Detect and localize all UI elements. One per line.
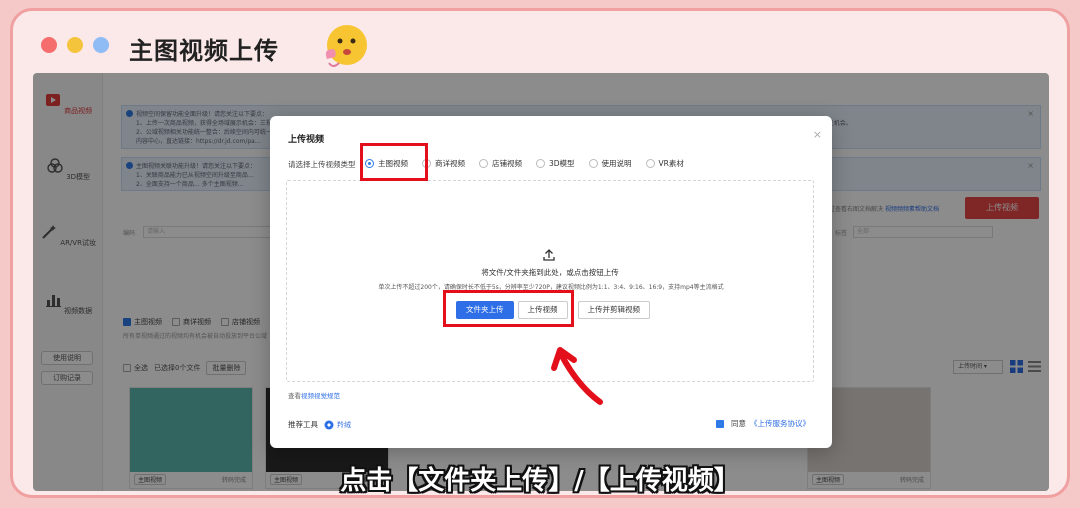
- thinking-emoji-icon: [325, 25, 367, 67]
- pointer-arrow-icon: [551, 347, 603, 405]
- dropzone-text: 将文件/文件夹拖到此处，或点击按钮上传: [481, 268, 619, 277]
- radio-shop-video[interactable]: 店铺视频: [479, 158, 522, 169]
- highlight-main-video: [360, 143, 428, 181]
- recommended-tools: 推荐工具 羚绒: [288, 419, 351, 430]
- blue-dot: [93, 37, 109, 53]
- window-dots: [41, 37, 109, 53]
- video-type-label: 请选择上传视频类型: [288, 160, 356, 169]
- highlight-upload-buttons: [443, 290, 574, 327]
- tools-label: 推荐工具: [288, 420, 318, 429]
- dialog-title: 上传视频: [288, 135, 325, 145]
- frame-title: 主图视频上传: [129, 37, 279, 65]
- radio-vr-material[interactable]: VR素材: [645, 158, 684, 169]
- service-agreement-link[interactable]: 《上传服务协议》: [750, 418, 810, 429]
- close-icon[interactable]: ×: [813, 128, 822, 141]
- upload-and-edit-button[interactable]: 上传并剪辑视频: [577, 301, 650, 319]
- red-dot: [41, 37, 57, 53]
- upload-icon: [543, 249, 555, 261]
- tool-link[interactable]: 羚绒: [324, 420, 351, 430]
- video-spec-link[interactable]: 查看视频视觉规范: [288, 390, 340, 400]
- agreement-checkbox[interactable]: 同意 《上传服务协议》: [716, 418, 810, 429]
- radio-detail-video[interactable]: 商详视频: [422, 158, 465, 169]
- checkbox-checked-icon: [716, 419, 724, 428]
- tool-logo-icon: [324, 420, 334, 429]
- radio-3d-model[interactable]: 3D模型: [536, 158, 575, 169]
- yellow-dot: [67, 37, 83, 53]
- radio-usage-guide[interactable]: 使用说明: [588, 158, 632, 169]
- tutorial-caption: 点击【文件夹上传】/【上传视频】: [340, 466, 740, 496]
